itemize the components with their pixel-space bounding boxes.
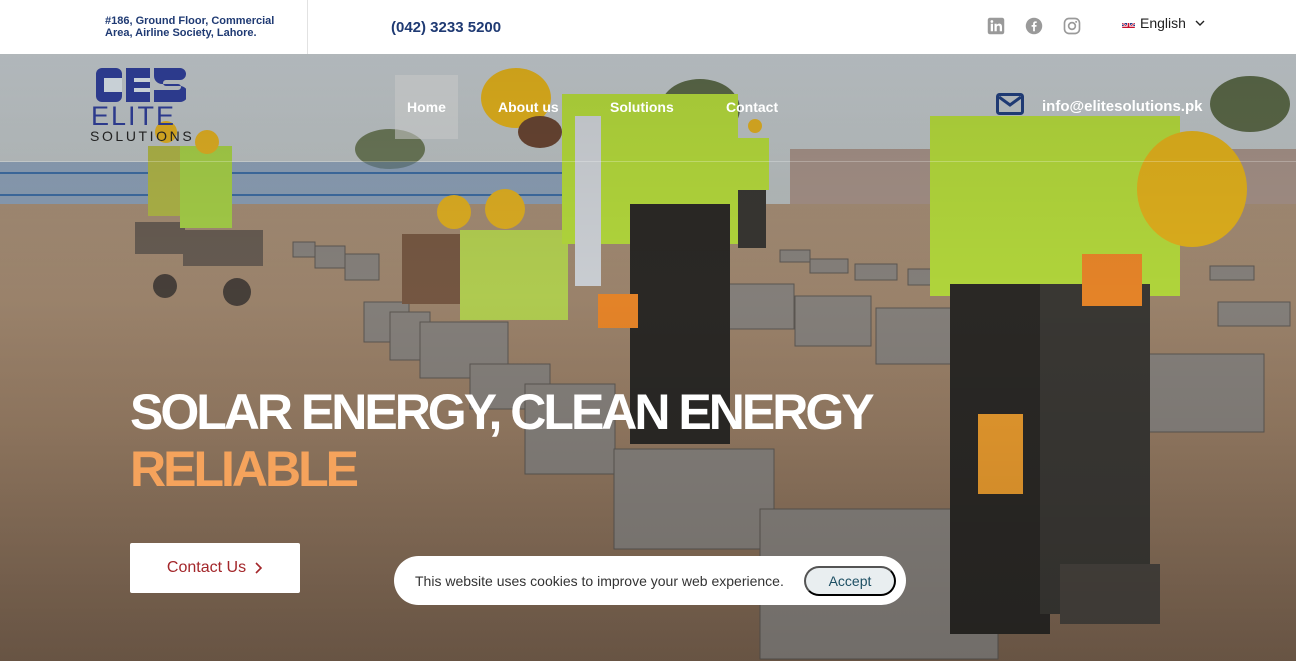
cookie-text: This website uses cookies to improve you… <box>415 572 784 589</box>
top-bar: #186, Ground Floor, Commercial Area, Air… <box>0 0 1296 54</box>
nav-divider <box>0 161 1296 162</box>
nav-contact[interactable]: Contact <box>714 75 790 139</box>
divider <box>307 0 308 54</box>
logo-subtitle: SOLUTIONS <box>90 128 195 144</box>
contact-us-button[interactable]: Contact Us <box>130 543 300 593</box>
address-text: #186, Ground Floor, Commercial Area, Air… <box>105 15 275 39</box>
facebook-icon[interactable] <box>1024 16 1044 36</box>
cookie-banner: This website uses cookies to improve you… <box>394 556 906 605</box>
instagram-icon[interactable] <box>1062 16 1082 36</box>
logo-mark-icon <box>96 68 186 102</box>
hero-section: ELITE SOLUTIONS Home About us Solutions … <box>0 54 1296 661</box>
elite-solutions-logo[interactable]: ELITE SOLUTIONS <box>90 68 196 144</box>
linkedin-icon[interactable] <box>986 16 1006 36</box>
chevron-right-icon <box>255 562 263 574</box>
hero-headline: SOLAR ENERGY, CLEAN ENERGY <box>130 384 875 440</box>
nav-home[interactable]: Home <box>395 75 458 139</box>
language-label: English <box>1140 15 1186 31</box>
uk-flag-icon <box>1122 19 1135 28</box>
mail-icon[interactable] <box>996 93 1024 115</box>
email-link[interactable]: info@elitesolutions.pk <box>1042 98 1202 115</box>
nav-solutions[interactable]: Solutions <box>598 75 686 139</box>
contact-us-label: Contact Us <box>166 559 247 576</box>
accept-cookies-button[interactable]: Accept <box>804 565 896 596</box>
phone-number[interactable]: (042) 3233 5200 <box>391 19 501 36</box>
nav-about-us[interactable]: About us <box>486 75 571 139</box>
chevron-down-icon <box>1195 20 1205 26</box>
language-selector[interactable]: English <box>1122 15 1205 31</box>
hero-headline-accent: RELIABLE <box>130 441 359 497</box>
